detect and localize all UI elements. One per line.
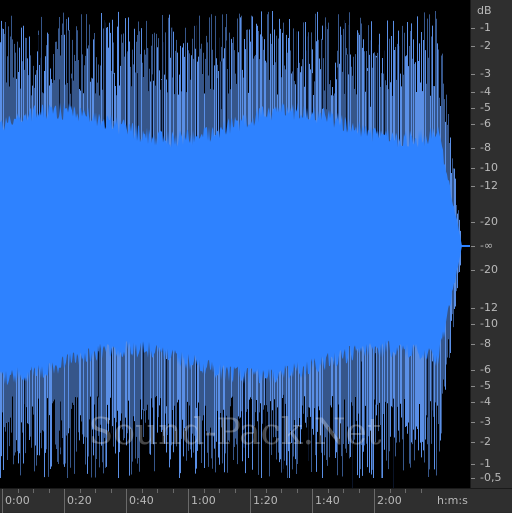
db-label: -12	[480, 179, 498, 192]
time-label: 2:00	[377, 494, 402, 507]
db-tick	[471, 186, 475, 187]
db-label: -4	[480, 85, 491, 98]
time-minor-tick	[33, 489, 34, 493]
time-minor-tick	[358, 489, 360, 493]
db-tick	[471, 28, 475, 29]
db-label: -20	[480, 215, 498, 228]
db-tick	[471, 386, 475, 387]
time-label: 1:40	[315, 494, 340, 507]
time-minor-tick	[420, 489, 422, 493]
waveform-graphic[interactable]	[0, 0, 470, 488]
db-tick	[471, 478, 475, 479]
time-unit-label: h:m:s	[437, 494, 468, 507]
db-label: -3	[480, 415, 491, 428]
time-minor-tick	[141, 489, 143, 493]
time-minor-tick	[234, 489, 236, 493]
time-minor-tick	[79, 489, 81, 493]
time-minor-tick	[95, 489, 96, 493]
waveform-display[interactable]: Sound-Pack.Net	[0, 0, 470, 488]
time-tick	[2, 489, 3, 513]
db-tick	[471, 168, 475, 169]
db-label: -5	[480, 379, 491, 392]
time-tick	[64, 489, 65, 513]
time-minor-tick	[110, 489, 112, 493]
db-label: -1	[480, 457, 491, 470]
db-tick	[471, 442, 475, 443]
time-tick	[312, 489, 313, 513]
time-tick	[250, 489, 251, 513]
time-minor-tick	[265, 489, 267, 493]
db-tick	[471, 74, 475, 75]
db-label: -2	[480, 435, 491, 448]
time-minor-tick	[172, 489, 174, 493]
db-label: -4	[480, 395, 491, 408]
db-tick	[471, 308, 475, 309]
time-minor-tick	[389, 489, 391, 493]
db-tick	[471, 464, 475, 465]
db-tick	[471, 148, 475, 149]
db-tick	[471, 324, 475, 325]
db-label: -6	[480, 363, 491, 376]
db-label: -5	[480, 101, 491, 114]
db-scale-ruler[interactable]: dB -1 -2 -3 -4 -5 -6 -8 -10 -12 -20 -∞ -20 -12 -10 -8 -6…	[470, 0, 512, 488]
db-tick	[471, 46, 475, 47]
db-tick	[471, 222, 475, 223]
db-label: -8	[480, 337, 491, 350]
db-tick	[471, 370, 475, 371]
time-minor-tick	[219, 489, 220, 493]
db-label: -20	[480, 263, 498, 276]
time-minor-tick	[343, 489, 344, 493]
waveform-body	[0, 102, 470, 386]
time-label: 0:00	[5, 494, 30, 507]
db-tick	[471, 92, 475, 93]
db-unit-label: dB	[477, 4, 492, 17]
db-tick	[471, 402, 475, 403]
time-tick	[126, 489, 127, 513]
time-label: 0:20	[67, 494, 92, 507]
db-label: -8	[480, 141, 491, 154]
db-label: -3	[480, 67, 491, 80]
time-minor-tick	[17, 489, 19, 493]
time-tick	[374, 489, 375, 513]
time-label: 0:40	[129, 494, 154, 507]
db-label: -10	[480, 161, 498, 174]
db-tick	[471, 422, 475, 423]
db-tick	[471, 246, 475, 247]
db-label: -10	[480, 317, 498, 330]
time-minor-tick	[327, 489, 329, 493]
db-label: -∞	[480, 239, 494, 252]
time-minor-tick	[157, 489, 158, 493]
db-tick	[471, 270, 475, 271]
db-label: -0,5	[480, 471, 502, 484]
time-label: 1:20	[253, 494, 278, 507]
db-label: -12	[480, 301, 498, 314]
time-label: 1:00	[191, 494, 216, 507]
db-tick	[471, 124, 475, 125]
time-minor-tick	[48, 489, 50, 493]
time-minor-tick	[296, 489, 298, 493]
time-tick	[188, 489, 189, 513]
db-label: -2	[480, 39, 491, 52]
db-label: -1	[480, 21, 491, 34]
waveform-editor: Sound-Pack.Net dB -1 -2 -3 -4 -5 -6 -8 -10 -12 -20…	[0, 0, 512, 513]
time-minor-tick	[281, 489, 282, 493]
db-tick	[471, 344, 475, 345]
time-minor-tick	[203, 489, 205, 493]
time-ruler[interactable]: 0:00 0:20 0:40 1:00 1:20 1:40 2:00 h:m:s	[0, 488, 512, 513]
db-tick	[471, 108, 475, 109]
time-minor-tick	[405, 489, 406, 493]
db-label: -6	[480, 117, 491, 130]
